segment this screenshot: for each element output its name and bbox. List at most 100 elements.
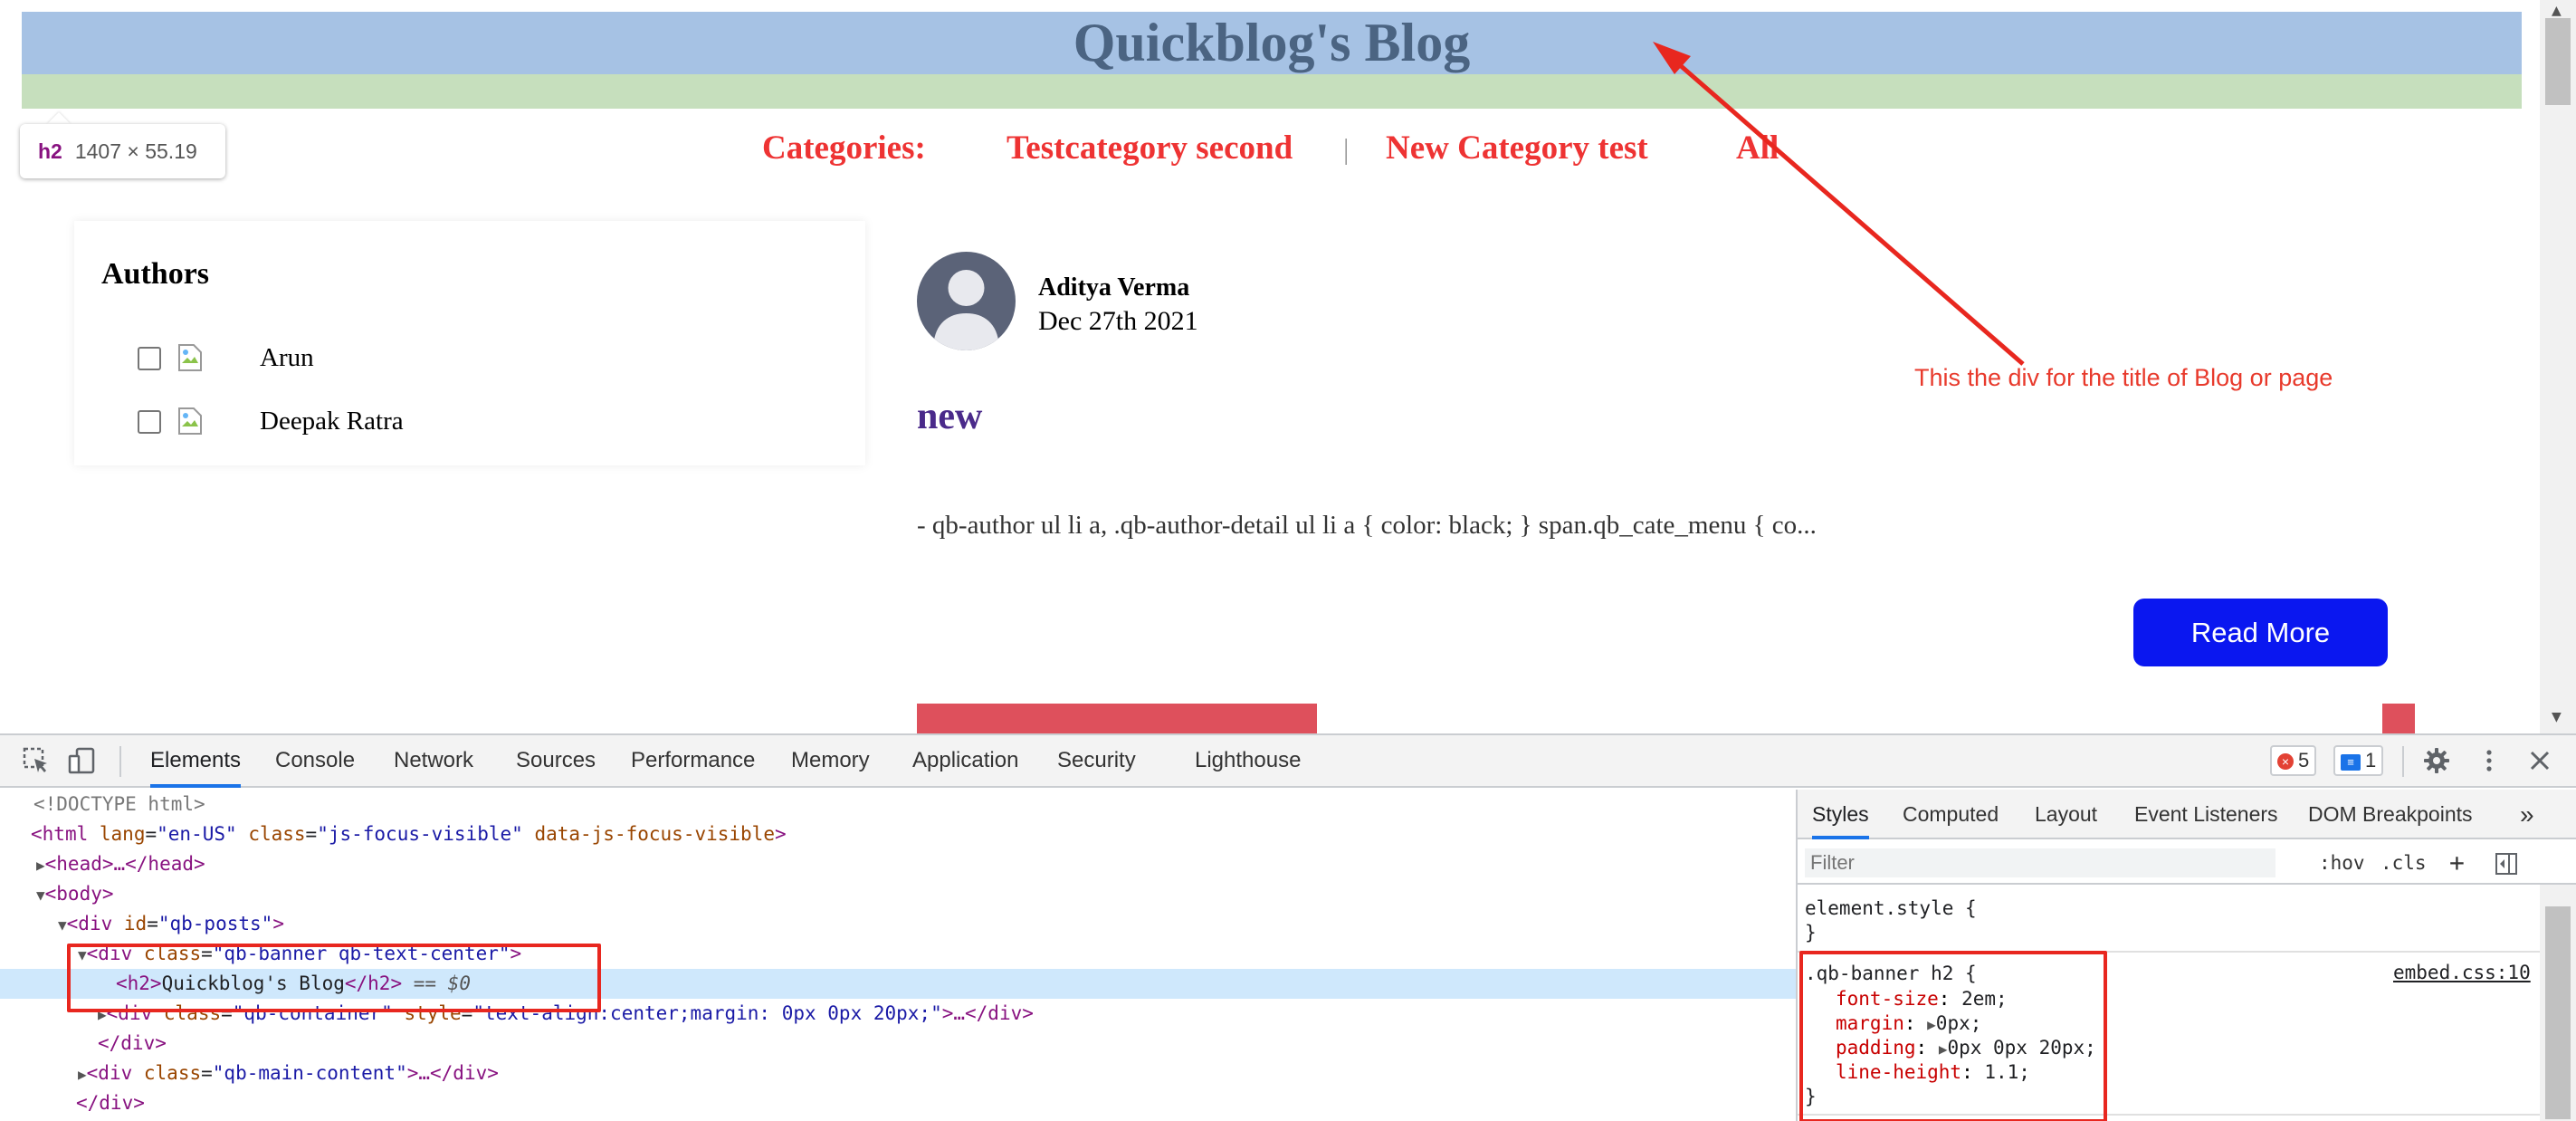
dom-node-qb-main-content[interactable]: ▶<div class="qb-main-content">…</div> bbox=[0, 1059, 1796, 1088]
prop-name: margin bbox=[1836, 1012, 1904, 1034]
dom-node-head[interactable]: ▶<head>…</head> bbox=[0, 849, 1796, 879]
post-date: Dec 27th 2021 bbox=[1038, 306, 1198, 336]
subtab-layout[interactable]: Layout bbox=[2035, 790, 2097, 839]
author-checkbox[interactable] bbox=[138, 347, 161, 370]
categories-label: Categories: bbox=[762, 129, 926, 167]
settings-gear-icon[interactable] bbox=[2422, 746, 2451, 775]
rule-divider bbox=[1798, 1114, 2542, 1116]
tab-elements[interactable]: Elements bbox=[150, 735, 242, 788]
prop-name: line-height bbox=[1836, 1061, 1962, 1083]
tab-memory[interactable]: Memory bbox=[791, 735, 870, 786]
dom-node-qb-banner[interactable]: ▼<div class="qb-banner qb-text-center"> bbox=[0, 939, 1796, 969]
css-prop-line-height[interactable]: line-height: 1.1; bbox=[1836, 1060, 2030, 1085]
element-inspect-tooltip: h2 1407 × 55.19 bbox=[20, 124, 225, 178]
scrollbar-thumb[interactable] bbox=[2545, 906, 2571, 1119]
category-link-all[interactable]: All bbox=[1736, 129, 1779, 168]
tab-lighthouse[interactable]: Lighthouse bbox=[1195, 735, 1301, 786]
post-author-name[interactable]: Aditya Verma bbox=[1038, 273, 1189, 302]
close-tag: </div> bbox=[98, 1032, 167, 1054]
rule-divider bbox=[1798, 951, 2542, 953]
category-link-new-category-test[interactable]: New Category test bbox=[1386, 129, 1648, 168]
tooltip-arrow bbox=[47, 112, 71, 124]
tab-console[interactable]: Console bbox=[275, 735, 355, 786]
collapse-triangle-icon[interactable]: ▼ bbox=[78, 946, 87, 963]
collapse-triangle-icon[interactable]: ▼ bbox=[36, 886, 45, 904]
toggle-sidebar-icon[interactable] bbox=[2495, 852, 2518, 884]
attr-value: qb-container bbox=[243, 1002, 382, 1024]
page-scrollbar[interactable]: ▲ ▼ bbox=[2540, 0, 2576, 733]
attr-name: data-js-focus-visible bbox=[534, 823, 775, 845]
hover-state-toggle[interactable]: :hov bbox=[2319, 848, 2365, 877]
dom-node-body[interactable]: ▼<body> bbox=[0, 879, 1796, 909]
subtab-event-listeners[interactable]: Event Listeners bbox=[2134, 790, 2278, 839]
more-vertical-icon[interactable] bbox=[2475, 746, 2504, 775]
subtab-styles[interactable]: Styles bbox=[1812, 790, 1869, 839]
prop-value: 0px 0px 20px; bbox=[1947, 1037, 2096, 1059]
category-link-testcategory-second[interactable]: Testcategory second bbox=[1007, 129, 1293, 168]
new-rule-plus-icon[interactable]: + bbox=[2449, 848, 2465, 877]
collapse-triangle-icon[interactable]: ▼ bbox=[58, 916, 67, 934]
close-icon[interactable] bbox=[2525, 746, 2554, 775]
scroll-down-arrow-icon[interactable]: ▼ bbox=[2552, 710, 2562, 724]
author-name[interactable]: Deepak Ratra bbox=[260, 403, 404, 439]
tab-sources[interactable]: Sources bbox=[516, 735, 596, 786]
element-style-rule[interactable]: element.style { bbox=[1805, 896, 1977, 921]
message-count: 1 bbox=[2365, 749, 2377, 771]
error-count-badge[interactable]: × 5 bbox=[2270, 745, 2317, 776]
styles-pane: Styles Computed Layout Event Listeners D… bbox=[1796, 790, 2576, 1121]
device-toggle-icon[interactable] bbox=[67, 746, 96, 775]
tab-performance[interactable]: Performance bbox=[631, 735, 755, 786]
dom-node-doctype[interactable]: <!DOCTYPE html> bbox=[0, 790, 1796, 819]
scrollbar-thumb[interactable] bbox=[2545, 18, 2571, 105]
expand-triangle-icon[interactable]: ▶ bbox=[1939, 1040, 1948, 1058]
attr-value: text-align:center;margin: 0px 0px 20px; bbox=[483, 1002, 931, 1024]
expand-triangle-icon[interactable]: ▶ bbox=[36, 857, 45, 874]
styles-filter-input[interactable] bbox=[1805, 848, 2275, 877]
message-count-badge[interactable]: ≡ 1 bbox=[2333, 745, 2384, 776]
close-tag: </div> bbox=[76, 1092, 145, 1114]
css-prop-padding[interactable]: padding: ▶0px 0px 20px; bbox=[1836, 1036, 2096, 1061]
banner-padding-highlight bbox=[22, 74, 2522, 109]
css-prop-margin[interactable]: margin: ▶0px; bbox=[1836, 1011, 1981, 1037]
author-item-deepak-ratra: Deepak Ratra bbox=[138, 403, 771, 439]
css-source-link[interactable]: embed.css:10 bbox=[2393, 962, 2531, 983]
dom-node-html[interactable]: <html lang="en-US" class="js-focus-visib… bbox=[0, 819, 1796, 849]
subtab-computed[interactable]: Computed bbox=[1903, 790, 1999, 839]
expand-triangle-icon[interactable]: ▶ bbox=[98, 1006, 107, 1023]
toolbar-divider bbox=[2402, 746, 2404, 777]
read-more-button[interactable]: Read More bbox=[2133, 599, 2388, 666]
dom-node-close-div[interactable]: </div> bbox=[0, 1029, 1796, 1059]
styles-scrollbar[interactable] bbox=[2540, 885, 2576, 1121]
tab-network[interactable]: Network bbox=[394, 735, 473, 786]
expand-triangle-icon[interactable]: ▶ bbox=[78, 1066, 87, 1083]
message-icon: ≡ bbox=[2341, 754, 2361, 771]
attr-name: class bbox=[248, 823, 306, 845]
subtab-dom-breakpoints[interactable]: DOM Breakpoints bbox=[2308, 790, 2473, 839]
prop-value: 1.1; bbox=[1984, 1061, 2030, 1083]
css-prop-font-size[interactable]: font-size: 2em; bbox=[1836, 987, 2008, 1011]
attr-name: class bbox=[143, 1062, 202, 1084]
author-name[interactable]: Arun bbox=[260, 340, 314, 376]
inspect-icon[interactable] bbox=[22, 746, 51, 775]
dom-node-h2-selected[interactable]: <h2>Quickblog's Blog</h2> == $0 bbox=[0, 969, 1796, 999]
expand-triangle-icon[interactable]: ▶ bbox=[1927, 1016, 1936, 1033]
error-icon: × bbox=[2277, 753, 2294, 770]
dom-node-qb-posts[interactable]: ▼<div id="qb-posts"> bbox=[0, 909, 1796, 939]
more-tabs-chevron-icon[interactable]: » bbox=[2520, 790, 2534, 839]
rule-close: } bbox=[1805, 1085, 1817, 1109]
selected-marker: == $0 bbox=[413, 972, 471, 994]
tag-name: div bbox=[118, 1002, 153, 1024]
scroll-up-arrow-icon[interactable]: ▲ bbox=[2552, 4, 2562, 18]
devtools-toolbar: Elements Console Network Sources Perform… bbox=[0, 735, 2576, 788]
elements-tree: <!DOCTYPE html> <html lang="en-US" class… bbox=[0, 790, 1796, 1121]
tooltip-tag: h2 bbox=[38, 139, 62, 163]
tab-security[interactable]: Security bbox=[1057, 735, 1136, 786]
author-checkbox[interactable] bbox=[138, 410, 161, 434]
class-toggle[interactable]: .cls bbox=[2380, 848, 2427, 877]
rule-selector[interactable]: .qb-banner h2 { bbox=[1805, 962, 1977, 986]
dom-node-close-div-2[interactable]: </div> bbox=[0, 1088, 1796, 1118]
tab-application[interactable]: Application bbox=[912, 735, 1018, 786]
post-title[interactable]: new bbox=[917, 395, 982, 438]
dom-node-qb-container[interactable]: ▶<div class="qb-container" style="text-a… bbox=[0, 999, 1796, 1029]
author-item-arun: Arun bbox=[138, 340, 771, 376]
